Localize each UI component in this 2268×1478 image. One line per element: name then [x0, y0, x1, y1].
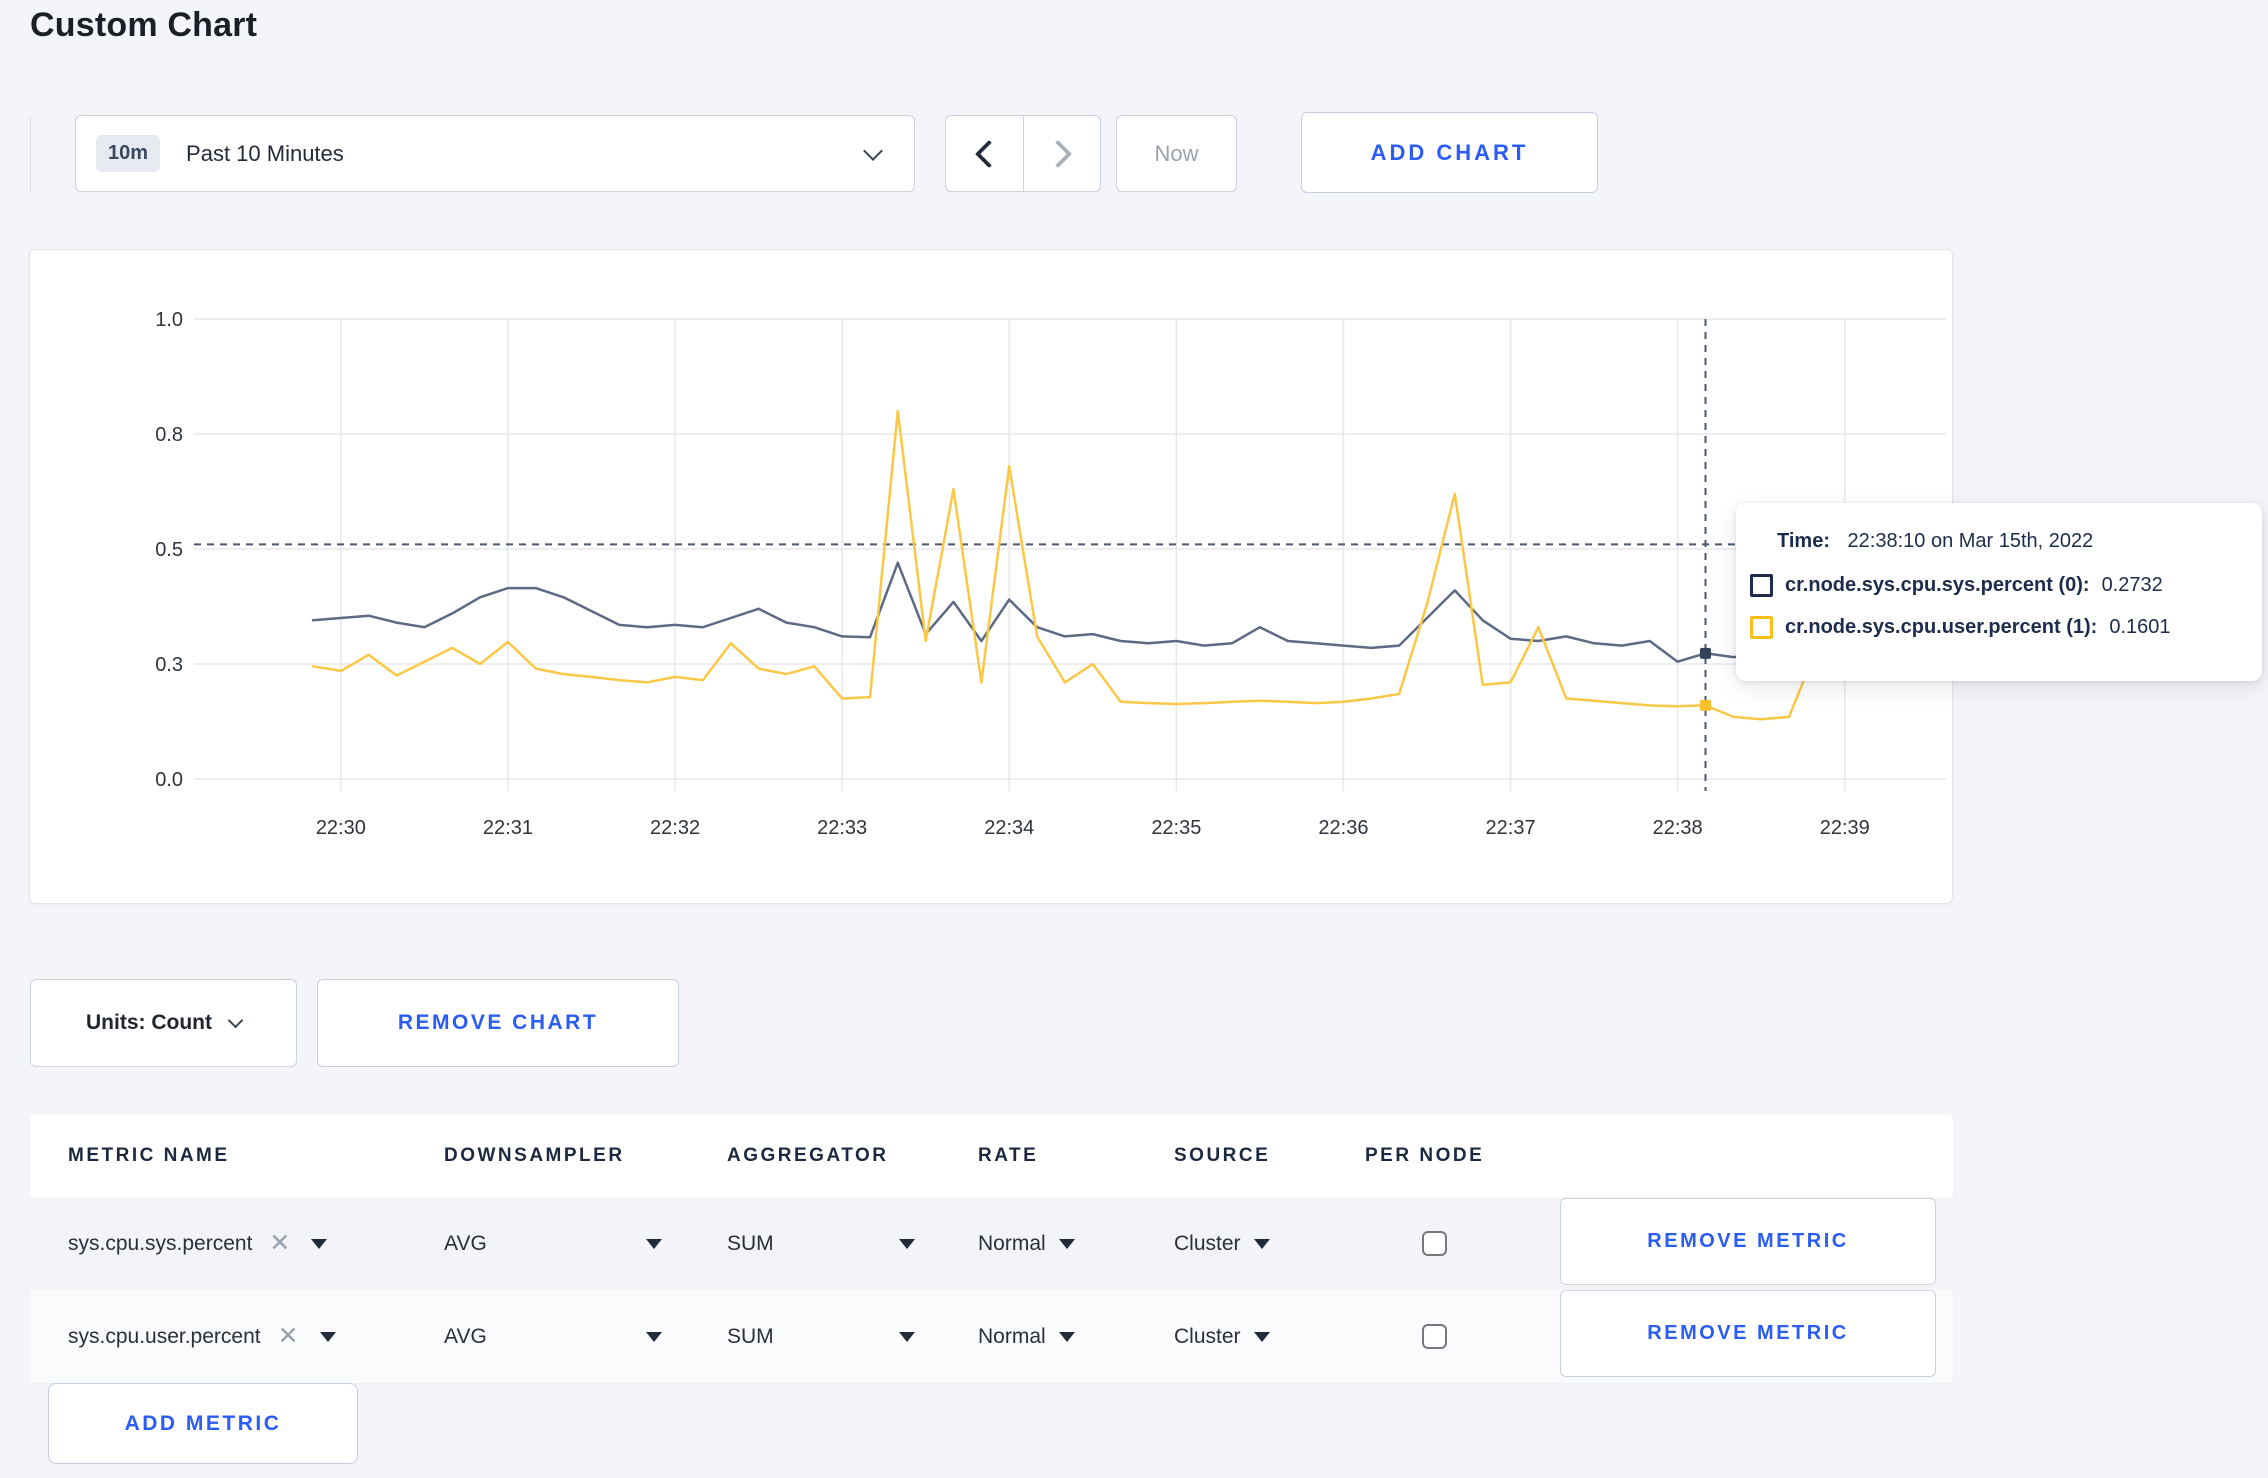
time-range-badge: 10m	[96, 135, 161, 172]
caret-down-icon[interactable]	[319, 1331, 336, 1342]
remove-metric-button[interactable]: REMOVE METRIC	[1560, 1290, 1936, 1377]
caret-down-icon	[646, 1238, 662, 1249]
rate-value: Normal	[978, 1324, 1046, 1348]
tooltip-series-value: 0.2732	[2101, 574, 2163, 596]
svg-text:22:33: 22:33	[817, 817, 867, 839]
tooltip-time-row: Time: 22:38:10 on Mar 15th, 2022	[1777, 530, 2242, 553]
tooltip-series-value: 0.1601	[2109, 616, 2171, 638]
svg-text:22:32: 22:32	[650, 817, 700, 839]
downsampler-select[interactable]: AVG	[444, 1197, 662, 1290]
svg-text:22:37: 22:37	[1486, 817, 1536, 839]
units-label: Units: Count	[86, 1011, 212, 1034]
svg-text:0.0: 0.0	[155, 769, 183, 791]
downsampler-select[interactable]: AVG	[444, 1290, 662, 1383]
per-node-cell	[1422, 1197, 1447, 1290]
now-button[interactable]: Now	[1116, 115, 1237, 192]
svg-text:22:30: 22:30	[316, 817, 366, 839]
caret-down-icon	[899, 1238, 915, 1249]
aggregator-value: SUM	[727, 1324, 774, 1348]
clear-metric-icon[interactable]: ✕	[269, 1231, 290, 1256]
downsampler-value: AVG	[444, 1324, 487, 1348]
add-metric-button[interactable]: ADD METRIC	[48, 1383, 358, 1464]
tooltip-series-row: cr.node.sys.cpu.sys.percent (0): 0.2732	[1750, 574, 2242, 597]
svg-text:22:36: 22:36	[1318, 817, 1368, 839]
remove-chart-button[interactable]: REMOVE CHART	[317, 979, 679, 1067]
caret-down-icon	[1253, 1238, 1270, 1249]
downsampler-value: AVG	[444, 1231, 487, 1255]
tooltip-series-label: cr.node.sys.cpu.user.percent (1):	[1785, 616, 2098, 638]
line-chart[interactable]: 22:30 22:31 22:32 22:33 22:34 22:35 22:36 22:37…	[30, 250, 1952, 903]
rate-value: Normal	[978, 1231, 1046, 1255]
source-select[interactable]: Cluster	[1174, 1197, 1270, 1290]
chart-card: 22:30 22:31 22:32 22:33 22:34 22:35 22:36 22:37…	[29, 249, 1953, 904]
caret-down-icon	[646, 1331, 662, 1342]
metric-name-value: sys.cpu.sys.percent	[68, 1231, 253, 1255]
tooltip-time-value: 22:38:10 on Mar 15th, 2022	[1847, 530, 2094, 552]
units-select[interactable]: Units: Count	[30, 979, 297, 1067]
svg-text:22:31: 22:31	[483, 817, 533, 839]
svg-text:0.3: 0.3	[155, 654, 183, 676]
chevron-down-icon	[227, 1012, 244, 1028]
column-header-source: SOURCE	[1174, 1145, 1271, 1166]
toolbar-divider	[30, 117, 31, 191]
svg-text:22:35: 22:35	[1151, 817, 1201, 839]
chart-tooltip: Time: 22:38:10 on Mar 15th, 2022 cr.node…	[1736, 503, 2262, 681]
svg-text:0.5: 0.5	[155, 539, 183, 561]
svg-text:22:34: 22:34	[984, 817, 1034, 839]
user-series-swatch-icon	[1750, 616, 1773, 639]
sys-series-swatch-icon	[1750, 574, 1773, 597]
source-value: Cluster	[1174, 1324, 1241, 1348]
page-title: Custom Chart	[30, 6, 258, 44]
source-value: Cluster	[1174, 1231, 1241, 1255]
column-header-aggregator: AGGREGATOR	[727, 1145, 889, 1166]
metrics-table: METRIC NAME DOWNSAMPLER AGGREGATOR RATE …	[30, 1115, 1953, 1383]
svg-text:22:39: 22:39	[1820, 817, 1870, 839]
rate-select[interactable]: Normal	[978, 1290, 1075, 1383]
svg-text:1.0: 1.0	[155, 309, 183, 331]
metric-name-select[interactable]: sys.cpu.user.percent ✕	[68, 1290, 336, 1383]
chevron-right-icon	[1043, 139, 1073, 168]
source-select[interactable]: Cluster	[1174, 1290, 1270, 1383]
column-header-downsampler: DOWNSAMPLER	[444, 1145, 625, 1166]
column-header-metric-name: METRIC NAME	[68, 1145, 230, 1166]
caret-down-icon	[1253, 1331, 1270, 1342]
clear-metric-icon[interactable]: ✕	[278, 1324, 299, 1349]
time-range-select[interactable]: 10m Past 10 Minutes	[75, 115, 915, 192]
add-chart-button[interactable]: ADD CHART	[1301, 112, 1598, 193]
per-node-cell	[1422, 1290, 1447, 1383]
column-header-per-node: PER NODE	[1365, 1145, 1485, 1166]
per-node-checkbox[interactable]	[1422, 1324, 1447, 1349]
caret-down-icon[interactable]	[311, 1238, 328, 1249]
prev-time-button[interactable]	[945, 115, 1023, 192]
caret-down-icon	[899, 1331, 915, 1342]
tooltip-series-row: cr.node.sys.cpu.user.percent (1): 0.1601	[1750, 616, 2242, 639]
svg-text:22:38: 22:38	[1653, 817, 1703, 839]
rate-select[interactable]: Normal	[978, 1197, 1075, 1290]
chevron-down-icon	[863, 140, 883, 161]
tooltip-time-label: Time:	[1777, 530, 1830, 552]
time-pager	[945, 115, 1101, 192]
aggregator-select[interactable]: SUM	[727, 1197, 915, 1290]
caret-down-icon	[1058, 1331, 1075, 1342]
chevron-left-icon	[974, 139, 1003, 168]
per-node-checkbox[interactable]	[1422, 1231, 1447, 1256]
tooltip-series-label: cr.node.sys.cpu.sys.percent (0):	[1785, 574, 2090, 596]
metric-name-value: sys.cpu.user.percent	[68, 1324, 261, 1348]
remove-metric-button[interactable]: REMOVE METRIC	[1560, 1198, 1936, 1285]
column-header-rate: RATE	[978, 1145, 1039, 1166]
metric-name-select[interactable]: sys.cpu.sys.percent ✕	[68, 1197, 328, 1290]
svg-text:0.8: 0.8	[155, 424, 183, 446]
time-range-label: Past 10 Minutes	[186, 140, 344, 166]
caret-down-icon	[1058, 1238, 1075, 1249]
next-time-button[interactable]	[1023, 115, 1101, 192]
aggregator-select[interactable]: SUM	[727, 1290, 915, 1383]
aggregator-value: SUM	[727, 1231, 774, 1255]
